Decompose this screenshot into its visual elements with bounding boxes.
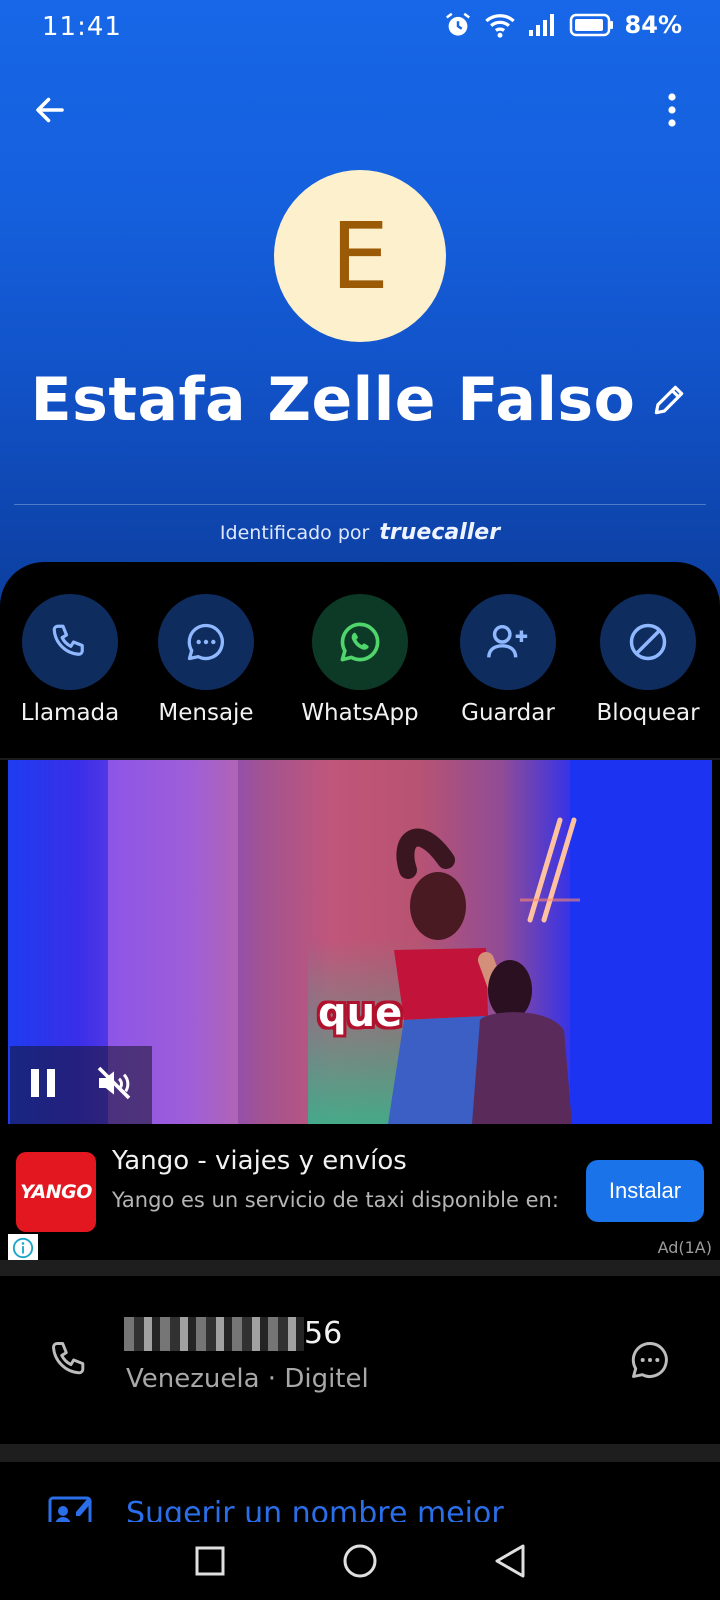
- ad-description: Yango es un servicio de taxi disponible …: [112, 1188, 559, 1212]
- status-icons: 84%: [443, 10, 682, 40]
- arrow-left-icon: [36, 97, 64, 123]
- redacted-number: [124, 1316, 304, 1351]
- message-label: Mensaje: [158, 700, 254, 726]
- chat-icon: [631, 1342, 668, 1378]
- pause-button[interactable]: [28, 1066, 58, 1104]
- avatar-letter: E: [330, 202, 390, 310]
- suggest-name-row[interactable]: Sugerir un nombre mejor: [0, 1462, 720, 1531]
- ad-video[interactable]: que: [8, 760, 712, 1124]
- identified-by-prefix: Identificado por: [219, 522, 370, 544]
- phone-number-suffix: 56: [304, 1316, 343, 1351]
- message-action[interactable]: Mensaje: [136, 594, 276, 726]
- ad-title: Yango - viajes y envíos: [112, 1146, 407, 1176]
- contact-header: 11:41 84% E Estafa Zelle Falso Identific…: [0, 0, 720, 620]
- contact-name: Estafa Zelle Falso: [30, 365, 636, 435]
- ad-info[interactable]: YANGO Yango - viajes y envíos Yango es u…: [0, 1124, 720, 1262]
- info-icon: [12, 1237, 34, 1259]
- whatsapp-icon: [312, 594, 408, 690]
- video-controls: [10, 1046, 152, 1124]
- call-label: Llamada: [20, 700, 120, 726]
- home-button[interactable]: [338, 1539, 382, 1583]
- status-time: 11:41: [42, 12, 122, 42]
- header-divider: [14, 504, 706, 505]
- signal-icon: [527, 12, 559, 38]
- triangle-back-icon: [495, 1544, 525, 1578]
- ad-choices-button[interactable]: [8, 1234, 38, 1262]
- pencil-icon: [655, 385, 684, 415]
- section-divider: [0, 1260, 720, 1276]
- more-options-button[interactable]: [660, 88, 684, 132]
- number-country: Venezuela: [126, 1364, 260, 1394]
- back-nav-button[interactable]: [488, 1539, 532, 1583]
- muted-speaker-icon: [97, 1066, 131, 1100]
- actions-panel: Llamada Mensaje WhatsApp Guardar Bloquea…: [0, 562, 720, 758]
- yango-logo: YANGO: [16, 1152, 96, 1232]
- block-label: Bloquear: [596, 700, 700, 726]
- send-message-button[interactable]: [628, 1338, 672, 1386]
- add-contact-icon: [460, 594, 556, 690]
- number-location: Venezuela · Digitel: [126, 1364, 369, 1394]
- save-action[interactable]: Guardar: [438, 594, 578, 726]
- chat-icon: [158, 594, 254, 690]
- contact-avatar: E: [274, 170, 446, 342]
- wifi-icon: [483, 10, 517, 40]
- section-divider: [0, 1444, 720, 1462]
- phone-number: 56: [124, 1316, 342, 1351]
- block-icon: [600, 594, 696, 690]
- ad-label: Ad(1A): [657, 1238, 712, 1257]
- number-separator: ·: [267, 1364, 277, 1394]
- whatsapp-label: WhatsApp: [301, 700, 419, 726]
- phone-icon: [48, 1338, 92, 1386]
- contact-name-row: Estafa Zelle Falso: [0, 360, 720, 440]
- circle-icon: [343, 1544, 377, 1578]
- identified-by: Identificado por truecaller: [0, 520, 720, 545]
- truecaller-logo: truecaller: [379, 520, 501, 545]
- pause-icon: [31, 1069, 55, 1097]
- more-vertical-icon: [668, 93, 676, 127]
- video-caption: que: [318, 990, 403, 1036]
- whatsapp-action[interactable]: WhatsApp: [290, 594, 430, 726]
- back-button[interactable]: [28, 88, 72, 132]
- battery-icon: [569, 12, 615, 38]
- mute-button[interactable]: [94, 1063, 134, 1107]
- call-action[interactable]: Llamada: [0, 594, 140, 726]
- block-action[interactable]: Bloquear: [578, 594, 718, 726]
- yango-logo-text: YANGO: [20, 1181, 92, 1203]
- square-icon: [195, 1546, 225, 1576]
- recents-button[interactable]: [188, 1539, 232, 1583]
- alarm-icon: [443, 10, 473, 40]
- edit-name-button[interactable]: [649, 380, 689, 420]
- number-carrier: Digitel: [284, 1364, 369, 1394]
- save-label: Guardar: [461, 700, 555, 726]
- system-navigation-bar: [0, 1522, 720, 1600]
- video-person: [388, 828, 572, 1124]
- install-button[interactable]: Instalar: [586, 1160, 704, 1222]
- battery-percent: 84%: [624, 11, 682, 39]
- status-bar: 11:41 84%: [0, 0, 720, 56]
- phone-icon: [22, 594, 118, 690]
- phone-number-card[interactable]: 56 Venezuela · Digitel: [0, 1276, 720, 1444]
